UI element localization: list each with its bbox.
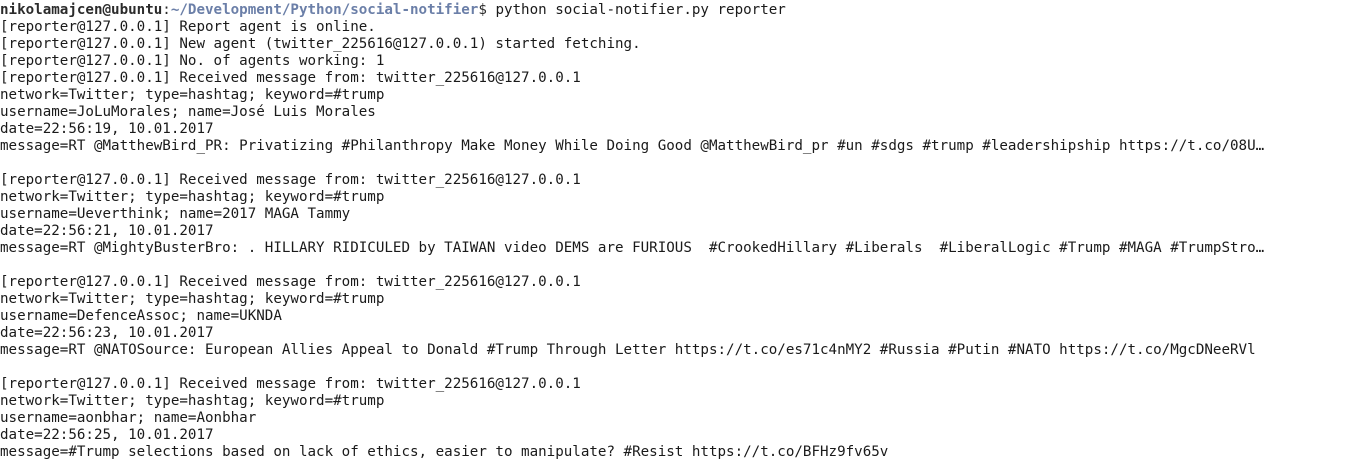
terminal-output: [reporter@127.0.0.1] Report agent is onl… — [0, 19, 1360, 461]
prompt-user-host: nikolamajcen@ubuntu — [0, 2, 163, 18]
output-line: username=DefenceAssoc; name=UKNDA — [0, 308, 282, 324]
output-line: [reporter@127.0.0.1] Received message fr… — [0, 376, 581, 392]
output-line: username=JoLuMorales; name=José Luis Mor… — [0, 104, 376, 120]
output-line: [reporter@127.0.0.1] Received message fr… — [0, 172, 581, 188]
prompt-path: ~/Development/Python/social-notifier — [170, 2, 479, 18]
output-line: [reporter@127.0.0.1] Received message fr… — [0, 70, 581, 86]
prompt-dollar: $ — [478, 2, 496, 18]
output-line: message=#Trump selections based on lack … — [0, 444, 889, 460]
prompt-line: nikolamajcen@ubuntu:~/Development/Python… — [0, 2, 1360, 19]
output-line: network=Twitter; type=hashtag; keyword=#… — [0, 393, 385, 409]
output-line: network=Twitter; type=hashtag; keyword=#… — [0, 189, 385, 205]
output-line: message=RT @MightyBusterBro: . HILLARY R… — [0, 240, 1265, 256]
output-line: date=22:56:21, 10.01.2017 — [0, 223, 214, 239]
output-line: date=22:56:19, 10.01.2017 — [0, 121, 214, 137]
output-line: [reporter@127.0.0.1] New agent (twitter_… — [0, 36, 641, 52]
output-line: username=aonbhar; name=Aonbhar — [0, 410, 257, 426]
terminal-window[interactable]: nikolamajcen@ubuntu:~/Development/Python… — [0, 0, 1360, 467]
prompt-separator: : — [162, 2, 171, 18]
output-line: username=Ueverthink; name=2017 MAGA Tamm… — [0, 206, 351, 222]
output-line: [reporter@127.0.0.1] Report agent is onl… — [0, 19, 376, 35]
output-line: message=RT @NATOSource: European Allies … — [0, 342, 1256, 358]
output-line: network=Twitter; type=hashtag; keyword=#… — [0, 87, 385, 103]
output-line: [reporter@127.0.0.1] No. of agents worki… — [0, 53, 385, 69]
output-line: [reporter@127.0.0.1] Received message fr… — [0, 274, 581, 290]
output-line: date=22:56:23, 10.01.2017 — [0, 325, 214, 341]
output-line: date=22:56:25, 10.01.2017 — [0, 427, 214, 443]
output-line: message=RT @MatthewBird_PR: Privatizing … — [0, 138, 1265, 154]
prompt-command: python social-notifier.py reporter — [495, 2, 786, 18]
output-line: network=Twitter; type=hashtag; keyword=#… — [0, 291, 385, 307]
